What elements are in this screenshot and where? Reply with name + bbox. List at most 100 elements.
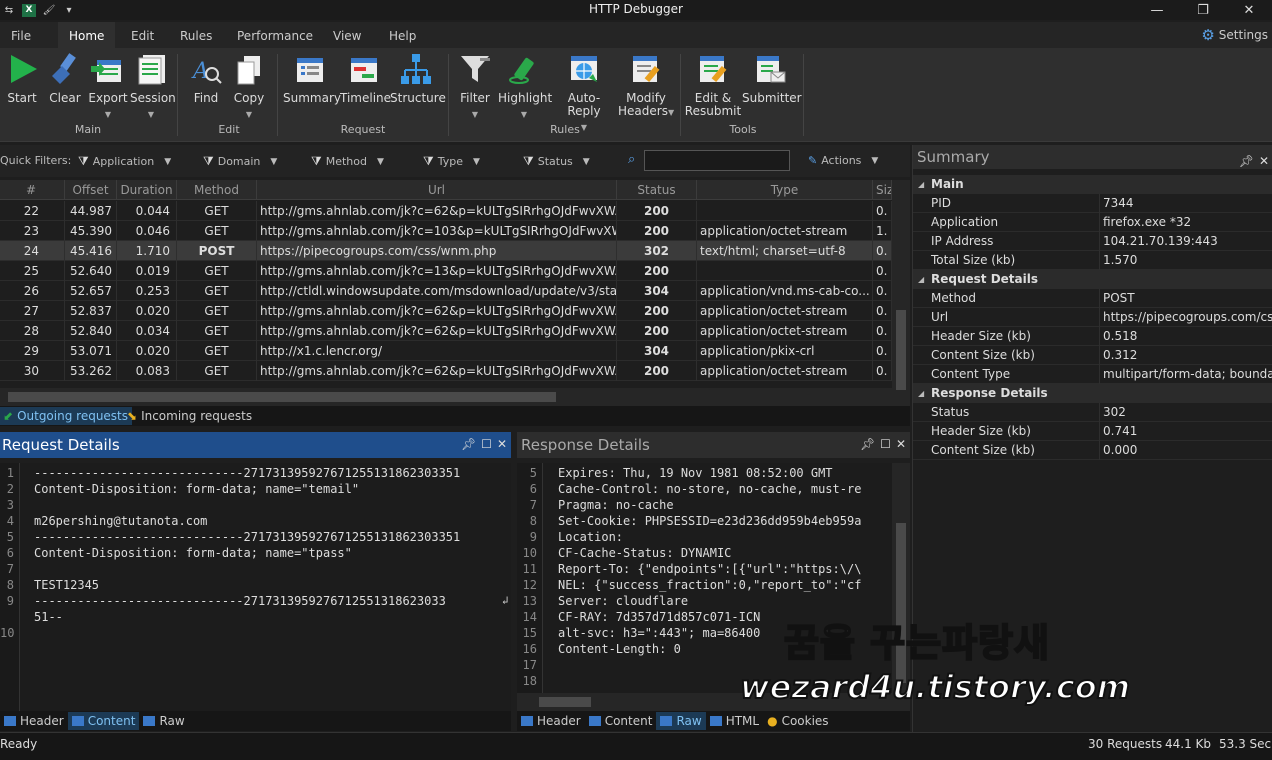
response-tab-raw[interactable]: Raw (656, 712, 706, 730)
scroll-thumb[interactable] (896, 310, 906, 390)
request-tab-header[interactable]: Header (0, 712, 68, 730)
tab-performance[interactable]: Performance (226, 22, 324, 48)
close-icon[interactable]: ✕ (896, 437, 906, 451)
actions-button[interactable]: ✎ Actions ▼ (808, 154, 878, 167)
cell-duration: 0.044 (117, 201, 177, 221)
minimize-icon[interactable]: — (1134, 0, 1180, 20)
edit-resubmit-button[interactable]: Edit & Resubmit (684, 52, 742, 118)
window-controls: — ❐ ✕ (1134, 0, 1272, 20)
scroll-thumb[interactable] (539, 697, 591, 707)
filter-button[interactable]: Filter ▼ (455, 52, 495, 121)
filter-method[interactable]: ⧩ Method ▼ (311, 154, 384, 169)
export-icon (91, 52, 125, 86)
col-url[interactable]: Url (257, 180, 617, 200)
close-icon[interactable]: ✕ (1226, 0, 1272, 20)
find-button[interactable]: A Find (187, 52, 225, 105)
response-tab-header[interactable]: Header (517, 712, 585, 730)
response-tab-html[interactable]: HTML (706, 712, 763, 730)
maximize-icon[interactable]: ☐ (481, 437, 492, 451)
table-row[interactable]: 28 52.840 0.034 GET http://gms.ahnlab.com/jk… (0, 321, 892, 341)
session-button[interactable]: Session ▼ (130, 52, 176, 121)
export-button[interactable]: Export ▼ (88, 52, 128, 121)
close-icon[interactable]: ✕ (1259, 149, 1269, 173)
summary-row[interactable]: Total Size (kb) 1.570 (913, 251, 1272, 270)
response-tab-content[interactable]: Content (585, 712, 657, 730)
table-row[interactable]: 26 52.657 0.253 GET http://ctldl.windowsupda… (0, 281, 892, 301)
headers-label: Headers (618, 104, 668, 118)
restore-icon[interactable]: ❐ (1180, 0, 1226, 20)
col-status[interactable]: Status (617, 180, 697, 200)
tab-file[interactable]: File (0, 22, 42, 48)
filter-application[interactable]: ⧩ Application ▼ (78, 154, 171, 169)
collapse-triangle-icon[interactable]: ◢ (918, 384, 924, 403)
pin-icon[interactable]: 📌︎ (860, 437, 875, 451)
col-offset[interactable]: Offset (65, 180, 117, 200)
response-tab-cookies[interactable]: ● Cookies (763, 712, 832, 730)
summary-section[interactable]: ◢ Request Details (913, 270, 1272, 289)
modify-headers-button[interactable]: Modify Headers▼ (618, 52, 674, 119)
table-row[interactable]: 30 53.262 0.083 GET http://gms.ahnlab.com/jk… (0, 361, 892, 381)
horizontal-scrollbar[interactable] (0, 388, 892, 406)
auto-reply-button[interactable]: Auto-Reply ▼ (553, 52, 615, 134)
summary-section[interactable]: ◢ Response Details (913, 384, 1272, 403)
col-number[interactable]: # (0, 180, 65, 200)
clear-button[interactable]: Clear (44, 52, 86, 105)
summary-button[interactable]: Summary (283, 52, 341, 105)
col-duration[interactable]: Duration (117, 180, 177, 200)
summary-row[interactable]: Url https://pipecogroups.com/css/w (913, 308, 1272, 327)
table-row[interactable]: 23 45.390 0.046 GET http://gms.ahnlab.com/jk… (0, 221, 892, 241)
maximize-icon[interactable]: ☐ (880, 437, 891, 451)
close-icon[interactable]: ✕ (497, 437, 507, 451)
summary-row[interactable]: PID 7344 (913, 194, 1272, 213)
summary-row[interactable]: Application firefox.exe *32 (913, 213, 1272, 232)
settings-button[interactable]: ⚙ Settings (1201, 26, 1268, 44)
structure-button[interactable]: Structure (390, 52, 446, 105)
summary-row[interactable]: Content Type multipart/form-data; boundar… (913, 365, 1272, 384)
summary-row[interactable]: Content Size (kb) 0.000 (913, 441, 1272, 460)
table-row[interactable]: 25 52.640 0.019 GET http://gms.ahnlab.com/jk… (0, 261, 892, 281)
filter-type[interactable]: ⧩ Type ▼ (423, 154, 480, 169)
tab-outgoing-requests[interactable]: ⬋ Outgoing requests (0, 407, 133, 425)
summary-section[interactable]: ◢ Main (913, 175, 1272, 194)
request-tab-content[interactable]: Content (67, 712, 140, 730)
request-content-editor[interactable]: 1 -----------------------------2717313959… (0, 463, 511, 711)
summary-row[interactable]: Content Size (kb) 0.312 (913, 346, 1272, 365)
filter-status[interactable]: ⧩ Status ▼ (523, 154, 590, 169)
filter-domain[interactable]: ⧩ Domain ▼ (203, 154, 277, 169)
tab-edit[interactable]: Edit (120, 22, 165, 48)
timeline-button[interactable]: Timeline (340, 52, 391, 105)
tab-home[interactable]: Home (58, 22, 116, 48)
tab-view[interactable]: View (322, 22, 372, 48)
col-size[interactable]: Siz (873, 180, 892, 200)
summary-row[interactable]: Header Size (kb) 0.518 (913, 327, 1272, 346)
summary-row[interactable]: Method POST (913, 289, 1272, 308)
copy-button[interactable]: Copy ▼ (230, 52, 268, 121)
col-type[interactable]: Type (697, 180, 873, 200)
table-row[interactable]: 24 45.416 1.710 POST https://pipecogroups.co… (0, 241, 892, 261)
table-row[interactable]: 27 52.837 0.020 GET http://gms.ahnlab.com/jk… (0, 301, 892, 321)
collapse-triangle-icon[interactable]: ◢ (918, 270, 924, 289)
highlight-button[interactable]: Highlight ▼ (498, 52, 552, 121)
table-row[interactable]: 29 53.071 0.020 GET http://x1.c.lencr.org/30… (0, 341, 892, 361)
scroll-thumb[interactable] (8, 392, 556, 402)
response-view-tabs: Header Content Raw HTML ● Cookies (517, 711, 910, 731)
tab-help[interactable]: Help (378, 22, 427, 48)
request-tab-raw[interactable]: Raw (139, 712, 188, 730)
pin-icon[interactable]: 📌︎ (461, 437, 476, 451)
status-ready: Ready (0, 737, 38, 751)
summary-row[interactable]: Header Size (kb) 0.741 (913, 422, 1272, 441)
start-button[interactable]: Start (2, 52, 42, 105)
table-row[interactable]: 22 44.987 0.044 GET http://gms.ahnlab.com/jk… (0, 201, 892, 221)
summary-row[interactable]: IP Address 104.21.70.139:443 (913, 232, 1272, 251)
summary-row[interactable]: Status 302 (913, 403, 1272, 422)
search-input[interactable] (644, 150, 790, 171)
vertical-scrollbar[interactable] (892, 180, 910, 406)
col-method[interactable]: Method (177, 180, 257, 200)
submitter-button[interactable]: Submitter (742, 52, 802, 105)
pin-icon[interactable]: 📌︎ (1239, 149, 1254, 173)
collapse-triangle-icon[interactable]: ◢ (918, 175, 924, 194)
tab-incoming-requests[interactable]: ⬊ Incoming requests (124, 407, 256, 425)
cell-method: GET (177, 221, 257, 241)
cell-number: 28 (0, 321, 65, 341)
tab-rules[interactable]: Rules (169, 22, 223, 48)
